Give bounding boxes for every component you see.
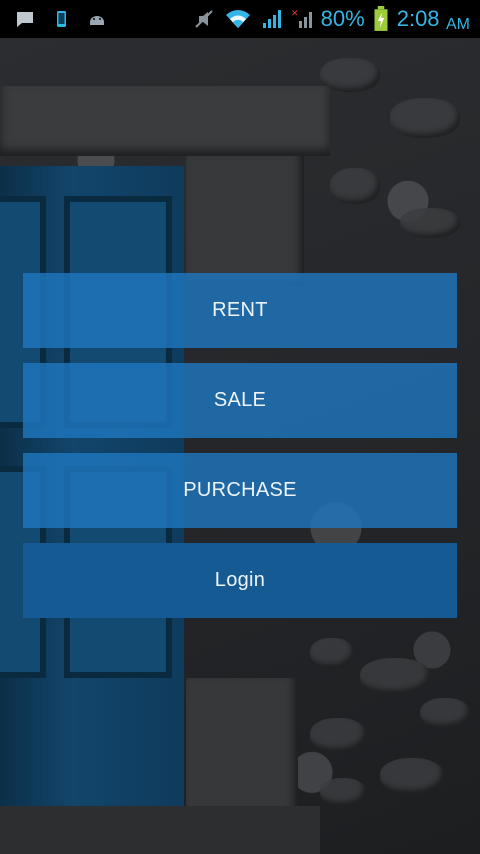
clock: 2:08 AM: [397, 4, 470, 34]
svg-text:✕: ✕: [291, 9, 299, 19]
stone: [420, 698, 470, 728]
signal-icon: [262, 10, 281, 28]
notification-icons: [14, 8, 108, 30]
stone-lintel: [0, 86, 330, 156]
wifi-icon: [225, 10, 250, 28]
clock-ampm: AM: [446, 16, 470, 33]
stone: [330, 168, 380, 204]
stone: [400, 208, 460, 238]
clock-time: 2:08: [396, 6, 440, 31]
signal-no-data-icon: ✕: [291, 9, 312, 28]
message-icon: [17, 12, 33, 27]
battery-percent: 80%: [320, 6, 365, 31]
status-bar: ✕ 80% 2:08 AM: [0, 0, 480, 38]
stone-step: [0, 806, 320, 854]
stone: [320, 778, 366, 806]
stone-jamb: [186, 156, 304, 286]
stone: [310, 718, 366, 752]
stone: [310, 638, 354, 668]
android-icon: [90, 16, 104, 25]
sale-button[interactable]: SALE: [23, 363, 457, 438]
rent-button[interactable]: RENT: [23, 273, 457, 348]
purchase-button[interactable]: PURCHASE: [23, 453, 457, 528]
mute-icon: [194, 10, 213, 28]
stone: [380, 758, 444, 794]
stone: [390, 98, 460, 138]
phone-icon: [57, 11, 66, 27]
login-button[interactable]: Login: [23, 543, 457, 618]
stone: [360, 658, 430, 694]
main-menu: RENT SALE PURCHASE Login: [23, 273, 457, 633]
system-icons: ✕ 80% 2:08 AM: [193, 4, 470, 34]
battery-charging-icon: [374, 6, 388, 31]
